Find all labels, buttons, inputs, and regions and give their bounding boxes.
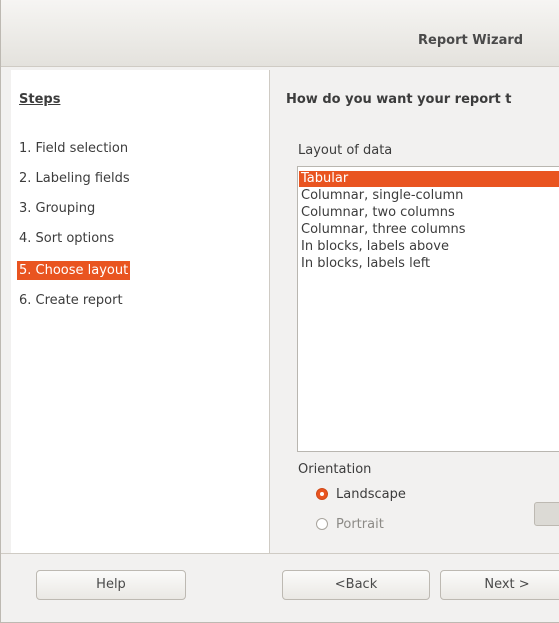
- step-create-report[interactable]: 6. Create report: [17, 291, 125, 310]
- layout-option-columnar-single[interactable]: Columnar, single-column: [299, 188, 559, 204]
- layout-option-columnar-two[interactable]: Columnar, two columns: [299, 205, 559, 221]
- radio-unchecked-icon: [316, 518, 328, 530]
- help-button[interactable]: Help: [36, 570, 186, 600]
- layout-of-data-label: Layout of data: [298, 143, 393, 158]
- layout-option-columnar-three[interactable]: Columnar, three columns: [299, 222, 559, 238]
- layout-option-blocks-left[interactable]: In blocks, labels left: [299, 256, 559, 272]
- landscape-label: Landscape: [336, 487, 406, 502]
- title-bar[interactable]: Report Wizard: [0, 0, 559, 67]
- steps-heading: Steps: [19, 92, 61, 107]
- layout-option-blocks-above[interactable]: In blocks, labels above: [299, 239, 559, 255]
- orientation-label: Orientation: [298, 462, 372, 477]
- report-wizard-window: Report Wizard Steps 1. Field selection 2…: [0, 0, 559, 623]
- radio-checked-icon: [316, 488, 328, 500]
- portrait-radio[interactable]: Portrait: [316, 516, 384, 534]
- step-choose-layout[interactable]: 5. Choose layout: [17, 261, 131, 280]
- bottom-divider: [0, 553, 559, 554]
- landscape-radio[interactable]: Landscape: [316, 486, 406, 504]
- step-field-selection[interactable]: 1. Field selection: [17, 139, 130, 158]
- orientation-preview-button[interactable]: [534, 502, 559, 526]
- step-sort-options[interactable]: 4. Sort options: [17, 229, 116, 248]
- layout-listbox[interactable]: Tabular Columnar, single-column Columnar…: [297, 166, 559, 452]
- layout-option-tabular[interactable]: Tabular: [299, 171, 559, 187]
- back-button[interactable]: <Back: [282, 570, 430, 600]
- portrait-label: Portrait: [336, 517, 384, 532]
- layout-question: How do you want your report t: [286, 92, 512, 107]
- steps-pane: Steps 1. Field selection 2. Labeling fie…: [11, 70, 270, 553]
- next-button[interactable]: Next >: [440, 570, 559, 600]
- step-grouping[interactable]: 3. Grouping: [17, 199, 97, 218]
- step-labeling-fields[interactable]: 2. Labeling fields: [17, 169, 132, 188]
- window-title: Report Wizard: [418, 33, 524, 48]
- content-pane: How do you want your report t Layout of …: [270, 70, 559, 553]
